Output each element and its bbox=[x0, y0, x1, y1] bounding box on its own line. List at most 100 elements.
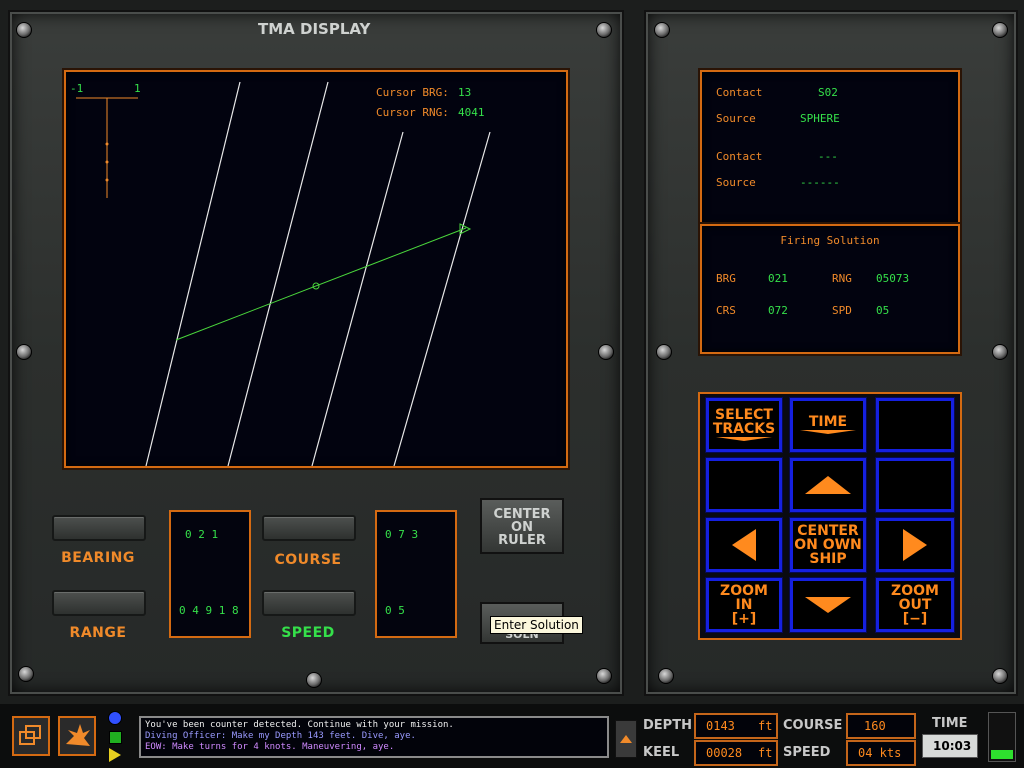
solution-track bbox=[175, 227, 467, 341]
weapons-button[interactable] bbox=[58, 716, 96, 756]
firing-rng-value: 05073 bbox=[876, 272, 910, 285]
course-readout: 160 bbox=[846, 713, 916, 739]
center-own-ship-button[interactable]: CENTER ON OWN SHIP bbox=[790, 518, 866, 572]
contact-screen: Contact S02 Source SPHERE Contact --- So… bbox=[700, 70, 960, 226]
range-label: RANGE bbox=[69, 625, 127, 641]
keypad-blank-3[interactable] bbox=[876, 458, 954, 512]
chevron-down-icon bbox=[800, 430, 856, 434]
arrow-up-icon bbox=[805, 476, 851, 494]
message-line: You've been counter detected. Continue w… bbox=[145, 720, 454, 730]
bolt bbox=[16, 344, 32, 360]
cursor-brg-value: 13 bbox=[458, 86, 472, 99]
tma-plot[interactable] bbox=[66, 72, 566, 466]
bearing-range-readout: 0 2 1 0 4 9 1 8 bbox=[169, 510, 251, 638]
course-label: COURSE bbox=[274, 552, 342, 568]
zoom-out-line2: OUT bbox=[898, 597, 932, 613]
bearing-label: BEARING bbox=[61, 550, 135, 566]
select-tracks-line2: TRACKS bbox=[712, 421, 776, 437]
firing-solution-screen: Firing Solution BRG 021 RNG 05073 CRS 07… bbox=[700, 224, 960, 354]
tma-plot-screen[interactable]: -1 1 Cursor BRG: 13 Cursor RNG: 4041 bbox=[64, 70, 568, 468]
firing-solution-title: Firing Solution bbox=[780, 234, 880, 247]
green-indicator-icon[interactable] bbox=[109, 731, 122, 744]
enter-solution-tooltip: Enter Solution bbox=[490, 616, 583, 634]
source2-label: Source bbox=[716, 176, 756, 189]
pan-left-button[interactable] bbox=[706, 518, 782, 572]
firing-rng-label: RNG bbox=[832, 272, 852, 285]
course-status-label: COURSE bbox=[783, 718, 843, 733]
center-own-ship-line2: ON OWN bbox=[794, 537, 862, 553]
bolt bbox=[596, 22, 612, 38]
bolt bbox=[16, 22, 32, 38]
zoom-out-button[interactable]: ZOOM OUT [−] bbox=[876, 578, 954, 632]
ruler-right-label: 1 bbox=[134, 82, 141, 95]
course-value: 0 7 3 bbox=[385, 528, 419, 541]
ruler-tick bbox=[105, 178, 109, 182]
message-line: Diving Officer: Make my Depth 143 feet. … bbox=[145, 731, 416, 741]
noise-gauge bbox=[988, 712, 1016, 762]
depth-readout: 0143 ft bbox=[694, 713, 778, 739]
speed-readout: 04 kts bbox=[846, 740, 916, 766]
time-readout: 10:03 bbox=[922, 734, 978, 758]
keypad-blank-2[interactable] bbox=[706, 458, 782, 512]
contact1-label: Contact bbox=[716, 86, 763, 99]
depth-label: DEPTH bbox=[643, 718, 692, 733]
bolt bbox=[654, 22, 670, 38]
course-button[interactable] bbox=[262, 515, 356, 541]
bolt bbox=[306, 672, 322, 688]
arrow-left-icon bbox=[732, 529, 756, 561]
cursor-rng-value: 4041 bbox=[458, 106, 485, 119]
bearing-button[interactable] bbox=[52, 515, 146, 541]
arrow-down-icon bbox=[805, 597, 851, 613]
blue-indicator-icon[interactable] bbox=[108, 711, 122, 725]
contact2-label: Contact bbox=[716, 150, 763, 163]
bolt bbox=[596, 668, 612, 684]
bearing-line bbox=[145, 81, 241, 466]
firing-brg-value: 021 bbox=[768, 272, 788, 285]
bolt bbox=[992, 668, 1008, 684]
center-own-ship-line3: SHIP bbox=[809, 551, 847, 567]
depth-unit: ft bbox=[758, 719, 773, 733]
pan-up-button[interactable] bbox=[790, 458, 866, 512]
cursor-rng-label: Cursor RNG: bbox=[376, 106, 449, 119]
select-tracks-button[interactable]: SELECT TRACKS bbox=[706, 398, 782, 452]
bearing-line bbox=[227, 81, 329, 466]
firing-spd-label: SPD bbox=[832, 304, 852, 317]
source1-value: SPHERE bbox=[800, 112, 840, 125]
depth-value: 0143 bbox=[706, 719, 735, 733]
zoom-in-line3: [+] bbox=[731, 611, 757, 627]
bearing-line bbox=[311, 131, 404, 466]
bearing-value: 0 2 1 bbox=[185, 528, 219, 541]
play-icon[interactable] bbox=[109, 748, 121, 762]
tma-title: TMA DISPLAY bbox=[258, 20, 371, 38]
explosion-icon bbox=[66, 724, 90, 746]
source1-label: Source bbox=[716, 112, 756, 125]
range-button[interactable] bbox=[52, 590, 146, 616]
speed-value: 0 5 bbox=[385, 604, 405, 617]
scroll-up-button[interactable] bbox=[615, 720, 637, 758]
time-button-label: TIME bbox=[808, 414, 848, 430]
time-button[interactable]: TIME bbox=[790, 398, 866, 452]
center-on-ruler-button[interactable]: CENTER ON RULER bbox=[480, 498, 564, 554]
firing-brg-label: BRG bbox=[716, 272, 736, 285]
course-status-value: 160 bbox=[864, 719, 886, 733]
zoom-in-button[interactable]: ZOOM IN [+] bbox=[706, 578, 782, 632]
contact2-value: --- bbox=[818, 150, 838, 163]
bolt bbox=[992, 344, 1008, 360]
keel-unit: ft bbox=[758, 746, 773, 760]
pan-right-button[interactable] bbox=[876, 518, 954, 572]
bolt bbox=[598, 344, 614, 360]
message-line: EOW: Make turns for 4 knots. Maneuvering… bbox=[145, 742, 395, 752]
message-log: You've been counter detected. Continue w… bbox=[139, 716, 609, 758]
stations-button[interactable] bbox=[12, 716, 50, 756]
bolt bbox=[992, 22, 1008, 38]
pan-down-button[interactable] bbox=[790, 578, 866, 632]
course-speed-readout: 0 7 3 0 5 bbox=[375, 510, 457, 638]
zoom-in-line2: IN bbox=[735, 597, 753, 613]
keypad-blank-1[interactable] bbox=[876, 398, 954, 452]
ruler-left-label: -1 bbox=[70, 82, 84, 95]
speed-button[interactable] bbox=[262, 590, 356, 616]
zoom-out-line1: ZOOM bbox=[891, 583, 939, 599]
contact1-value: S02 bbox=[818, 86, 838, 99]
bearing-line bbox=[393, 131, 491, 466]
keel-readout: 00028 ft bbox=[694, 740, 778, 766]
